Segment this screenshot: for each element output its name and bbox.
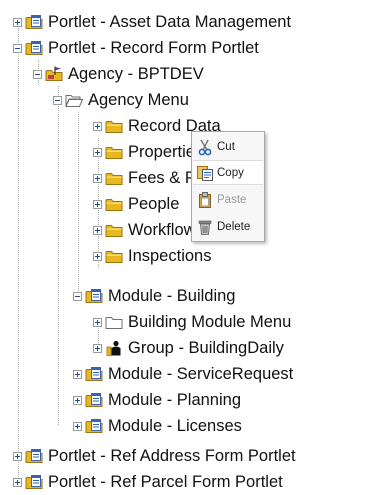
tree-node-label: Module - Planning xyxy=(108,390,241,410)
menu-item-paste[interactable]: Paste xyxy=(193,187,263,212)
scissors-icon xyxy=(196,138,214,156)
expand-toggle[interactable] xyxy=(13,478,22,487)
folder-form-icon xyxy=(85,366,103,382)
tree-node-inspections[interactable]: Inspections xyxy=(93,243,211,269)
collapse-toggle[interactable] xyxy=(13,44,22,53)
menu-item-copy[interactable]: Copy xyxy=(193,160,263,185)
expand-toggle[interactable] xyxy=(73,396,82,405)
tree-node-ref-parcel-form-portlet[interactable]: Portlet - Ref Parcel Form Portlet xyxy=(13,469,283,495)
menu-item-label: Paste xyxy=(217,194,246,206)
tree-node-group-buildingdaily[interactable]: Group - BuildingDaily xyxy=(93,335,284,361)
tree-node-label: Building Module Menu xyxy=(128,312,291,332)
expand-toggle[interactable] xyxy=(93,344,102,353)
expand-toggle[interactable] xyxy=(93,122,102,131)
expand-toggle[interactable] xyxy=(73,370,82,379)
folder-form-icon xyxy=(85,392,103,408)
tree-node-agency-bptdev[interactable]: Agency - BPTDEV xyxy=(33,61,204,87)
open-folder-icon xyxy=(65,92,83,108)
menu-item-label: Copy xyxy=(217,167,244,179)
tree-node-record-form-portlet[interactable]: Portlet - Record Form Portlet xyxy=(13,35,259,61)
folder-icon xyxy=(105,170,123,186)
menu-item-cut[interactable]: Cut xyxy=(193,134,263,159)
expand-toggle[interactable] xyxy=(93,252,102,261)
expand-toggle[interactable] xyxy=(93,200,102,209)
tree-node-label: Inspections xyxy=(128,246,211,266)
tree-node-workflow[interactable]: Workflow xyxy=(93,217,196,243)
folder-form-icon xyxy=(85,418,103,434)
folder-icon xyxy=(105,144,123,160)
group-icon xyxy=(105,340,123,356)
tree-node-people[interactable]: People xyxy=(93,191,179,217)
trash-icon xyxy=(196,218,214,236)
clipboard-icon xyxy=(196,191,214,209)
expand-toggle[interactable] xyxy=(73,422,82,431)
folder-form-icon xyxy=(85,288,103,304)
tree-node-label: Portlet - Record Form Portlet xyxy=(48,38,259,58)
menu-item-label: Delete xyxy=(217,221,250,233)
copy-icon xyxy=(196,164,214,182)
tree-node-label: Group - BuildingDaily xyxy=(128,338,284,358)
tree-node-label: Agency - BPTDEV xyxy=(68,64,204,84)
tree-node-module-licenses[interactable]: Module - Licenses xyxy=(73,413,242,439)
expand-toggle[interactable] xyxy=(13,18,22,27)
folder-form-icon xyxy=(25,474,43,490)
folder-icon xyxy=(105,248,123,264)
tree-node-label: Portlet - Ref Parcel Form Portlet xyxy=(48,472,283,492)
expand-toggle[interactable] xyxy=(93,174,102,183)
tree-node-label: Module - ServiceRequest xyxy=(108,364,293,384)
tree-node-properties[interactable]: Properties xyxy=(93,139,203,165)
tree-node-asset-data-management[interactable]: Portlet - Asset Data Management xyxy=(13,9,291,35)
menu-item-label: Cut xyxy=(217,141,235,153)
folder-form-icon xyxy=(25,40,43,56)
folder-form-icon xyxy=(25,14,43,30)
agency-folder-icon xyxy=(45,66,63,82)
portlet-tree: Portlet - Asset Data Management Portlet … xyxy=(0,0,376,493)
folder-form-icon xyxy=(25,448,43,464)
expand-toggle[interactable] xyxy=(93,318,102,327)
folder-icon xyxy=(105,222,123,238)
tree-node-building-module-menu[interactable]: Building Module Menu xyxy=(93,309,291,335)
white-folder-icon xyxy=(105,314,123,330)
collapse-toggle[interactable] xyxy=(33,70,42,79)
expand-toggle[interactable] xyxy=(93,148,102,157)
tree-node-module-planning[interactable]: Module - Planning xyxy=(73,387,241,413)
folder-icon xyxy=(105,118,123,134)
tree-node-label: Workflow xyxy=(128,220,196,240)
tree-node-ref-address-form-portlet[interactable]: Portlet - Ref Address Form Portlet xyxy=(13,443,296,469)
tree-node-label: Portlet - Ref Address Form Portlet xyxy=(48,446,296,466)
folder-icon xyxy=(105,196,123,212)
collapse-toggle[interactable] xyxy=(53,96,62,105)
tree-node-label: People xyxy=(128,194,179,214)
tree-node-label: Portlet - Asset Data Management xyxy=(48,12,291,32)
context-menu: Cut Copy Paste xyxy=(191,131,265,242)
tree-node-module-building[interactable]: Module - Building xyxy=(73,283,236,309)
tree-node-agency-menu[interactable]: Agency Menu xyxy=(53,87,189,113)
tree-node-module-servicerequest[interactable]: Module - ServiceRequest xyxy=(73,361,293,387)
expand-toggle[interactable] xyxy=(93,226,102,235)
tree-node-label: Module - Building xyxy=(108,286,236,306)
tree-node-label: Module - Licenses xyxy=(108,416,242,436)
tree-node-label: Agency Menu xyxy=(88,90,189,110)
collapse-toggle[interactable] xyxy=(73,292,82,301)
menu-item-delete[interactable]: Delete xyxy=(193,214,263,239)
expand-toggle[interactable] xyxy=(13,452,22,461)
